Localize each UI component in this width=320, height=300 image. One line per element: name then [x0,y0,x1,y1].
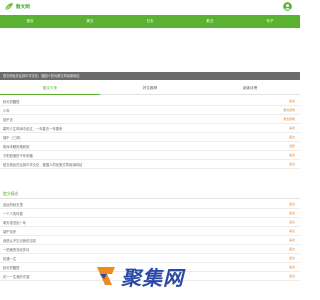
list-item-title: 一个人的时候 [3,211,23,216]
main-nav: 首页 美文 日志 散文 句子 [0,15,300,28]
list-item-title: 遥远的秋天里 [3,202,23,207]
list-item[interactable]: 秋天的醒悟 美文 [0,97,300,106]
list-item[interactable]: 腐朽人生风雨中走过，一年春去一年春来 美文 [0,124,300,133]
site-name: 散文网 [16,5,30,10]
tab-recommended[interactable]: 好文推荐 [100,82,200,94]
list-item[interactable]: 散文网旨在弘扬中华文化，做国人的优美文章阅读网站 美文 [0,160,300,169]
watermark-logo-icon [97,267,115,285]
list-item-title: 我是从不忘记我的当初 [3,238,36,243]
list-item-tag: 美文 [289,153,295,157]
list-item[interactable]: 夕阳西落的千年祝福 美文 [0,151,300,160]
watermark: 聚集网 [94,262,216,290]
list-item-tag: 美文 [289,202,295,206]
list-item[interactable]: 一个人的时候 美文 [0,209,300,218]
list-item-title: 初遇一生 [3,256,17,261]
section-title: 散文精选 [3,191,19,196]
section-header: 散文精选 [0,190,300,199]
list-item-title: 少年 [3,108,10,113]
list-item-tag: 感悟 [289,144,295,148]
tab-monthly-ranking[interactable]: 阅读月榜 [200,82,300,94]
list-item-title: 秋天的醒悟 [3,99,20,104]
list-item-title: 一把扇的流动岁月 [3,247,30,252]
list-item[interactable]: 夜深未眠的难耐到 感悟 [0,142,300,151]
list-item-tag: 美文 [289,274,295,278]
list-item-title: 腐朽人生风雨中走过，一年春去一年春来 [3,126,63,131]
list-item-tag: 美文 [289,99,295,103]
list-item-title: 明天依旧如一年 [3,220,27,225]
list-item-title: 端午情怀 [3,229,17,234]
list-item-tag: 美文 [289,211,295,215]
watermark-text: 聚集网 [121,265,184,290]
site-logo[interactable]: 散文网 [4,2,30,12]
tab-headlines[interactable]: 散文头条 [0,82,100,95]
list-item[interactable]: 遥远的秋天里 美文 [0,200,300,209]
list-item-title: 散文网旨在弘扬中华文化，做国人的优美文章阅读网站 [3,162,83,167]
list-item-title: 秋天的醒悟 [3,265,20,270]
leaf-logo-icon [4,3,13,11]
list-item-title: 花一一生我的守望 [3,274,30,279]
list-item-tag: 美文 [289,265,295,269]
list-item-tag: 美文 [289,162,295,166]
nav-item-juzi[interactable]: 句子 [240,15,300,28]
list-item-title: 端午（三调） [3,135,23,140]
list-item-tag: 美文 [289,247,295,251]
nav-item-sanwen[interactable]: 散文 [180,15,240,28]
list-item-tag: 美文 [289,256,295,260]
list-item-title: 回不去 [3,117,13,122]
list-item-tag: 美文 [289,220,295,224]
list-item-tag: 美文 [289,229,295,233]
list-item[interactable]: 端午（三调） 美文 [0,133,300,142]
list-item-tag: 美文 [289,135,295,139]
top-bar: 散文网 [0,0,300,15]
user-icon[interactable] [283,2,292,11]
list-item-tag: 美文 [289,126,295,130]
headline-list: 秋天的醒悟 美文 少年 散文随笔 回不去 散文随笔 腐朽人生风雨中走过，一年春去一年春… [0,97,300,169]
nav-item-rizhi[interactable]: 日志 [120,15,180,28]
list-item-tag: 美文 [289,238,295,242]
list-item[interactable]: 我是从不忘记我的当初 美文 [0,236,300,245]
list-item-tag: 散文随笔 [283,108,295,112]
content-tabs: 散文头条 好文推荐 阅读月榜 [0,82,300,95]
list-item[interactable]: 一把扇的流动岁月 美文 [0,245,300,254]
list-item[interactable]: 少年 散文随笔 [0,106,300,115]
list-item-title: 夜深未眠的难耐到 [3,144,30,149]
list-item[interactable]: 端午情怀 美文 [0,227,300,236]
nav-item-meiwen[interactable]: 美文 [60,15,120,28]
list-item[interactable]: 回不去 散文随笔 [0,115,300,124]
list-item[interactable]: 明天依旧如一年 美文 [0,218,300,227]
list-item-title: 夕阳西落的千年祝福 [3,153,33,158]
list-item-tag: 散文随笔 [283,117,295,121]
nav-item-home[interactable]: 首页 [0,15,60,28]
notice-bar: 散文网旨在弘扬中华文化，做国人的优美文章阅读网站 [0,72,300,80]
